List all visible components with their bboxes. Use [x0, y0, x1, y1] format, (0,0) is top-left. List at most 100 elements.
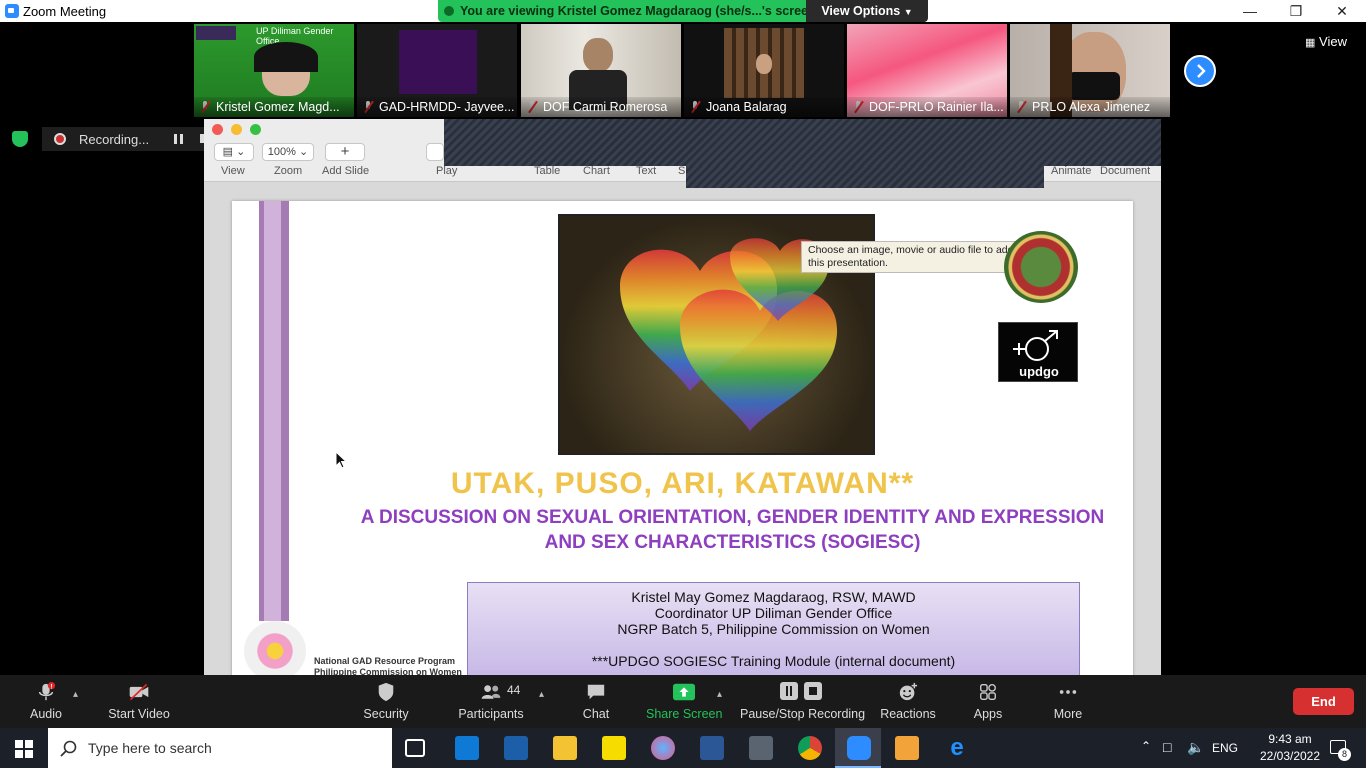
share-screen-icon	[673, 683, 695, 701]
participants-options-caret[interactable]: ▴	[539, 689, 544, 700]
start-video-label: Start Video	[108, 707, 170, 721]
toolbar-label: Chart	[583, 165, 610, 177]
video-off-icon	[129, 683, 149, 701]
participant-avatar	[399, 30, 477, 94]
share-screen-button[interactable]: Share Screen	[646, 675, 722, 728]
chevron-up-icon[interactable]: ⌃	[1141, 739, 1151, 753]
network-icon[interactable]: □	[1163, 739, 1171, 755]
reactions-button[interactable]: Reactions	[878, 675, 938, 728]
end-meeting-button[interactable]: End	[1293, 688, 1354, 715]
toolbar-label: Animate	[1051, 165, 1092, 177]
participant-tile[interactable]: DOF Carmi Romerosa	[521, 24, 681, 117]
minimize-button[interactable]: ―	[1227, 0, 1273, 22]
pause-stop-recording-button[interactable]: Pause/Stop Recording	[740, 675, 866, 728]
start-video-button[interactable]: Start Video	[104, 675, 174, 728]
pause-stop-recording-label: Pause/Stop Recording	[740, 707, 866, 721]
maximize-window-icon[interactable]	[250, 124, 261, 135]
paint-app-icon[interactable]	[651, 736, 675, 760]
language-indicator[interactable]: ENG	[1212, 741, 1238, 755]
clock-date[interactable]: 22/03/2022	[1248, 749, 1332, 763]
zoom-select[interactable]: 100% ⌄	[262, 143, 314, 161]
credit-line: NGRP Batch 5, Philippine Commission on W…	[617, 621, 930, 637]
sticky-notes-icon[interactable]	[602, 736, 626, 760]
grid-icon: ▦	[1305, 37, 1316, 49]
participant-name: DOF-PRLO Rainier Ila...	[847, 97, 1007, 117]
store-icon[interactable]	[455, 736, 479, 760]
file-explorer-icon[interactable]	[553, 736, 577, 760]
view-options-button[interactable]: View Options ▼	[806, 0, 928, 22]
maximize-button[interactable]: ❐	[1273, 0, 1319, 22]
viewing-status-text: You are viewing Kristel Gomez Magdaraog …	[460, 4, 806, 18]
share-options-caret[interactable]: ▴	[717, 689, 722, 700]
recording-indicator: Recording...	[42, 127, 217, 151]
next-page-button[interactable]	[1184, 55, 1216, 87]
toolbar-label: S	[678, 165, 686, 177]
person-hair	[254, 42, 318, 72]
calculator-icon[interactable]	[749, 736, 773, 760]
more-button[interactable]: More	[1046, 675, 1090, 728]
hidden-screen-region	[444, 119, 1161, 166]
add-slide-button[interactable]: +	[325, 143, 365, 161]
chat-button[interactable]: Chat	[574, 675, 618, 728]
view-label: View	[1319, 34, 1347, 49]
close-window-icon[interactable]	[212, 124, 223, 135]
chevron-down-icon: ▼	[903, 7, 913, 17]
participant-tile[interactable]: UP Diliman Gender Office Kristel Gomez M…	[194, 24, 354, 117]
encryption-shield-icon[interactable]	[12, 131, 28, 147]
svg-text:!: !	[50, 683, 52, 690]
audio-options-caret[interactable]: ▴	[73, 689, 78, 700]
view-button[interactable]: ▦ View	[1305, 34, 1347, 49]
speaker-icon[interactable]: 🔈	[1187, 739, 1204, 756]
close-button[interactable]: ✕	[1319, 0, 1365, 22]
logo-banner-image	[196, 26, 236, 40]
play-button[interactable]	[426, 143, 444, 161]
meeting-controls: ! Audio ▴ Start Video Security Participa…	[0, 675, 1366, 728]
edge-icon[interactable]: e	[945, 736, 969, 760]
face-mask	[1068, 72, 1120, 100]
search-icon	[60, 740, 77, 757]
decorative-bar	[264, 201, 281, 621]
taskbar-search[interactable]: Type here to search	[48, 728, 392, 768]
ngrp-logo	[244, 621, 306, 675]
more-label: More	[1053, 707, 1083, 721]
media-player-icon[interactable]	[895, 736, 919, 760]
pause-stop-icon	[780, 682, 822, 700]
shield-icon	[378, 682, 394, 702]
task-view-icon[interactable]	[405, 739, 425, 757]
minimize-window-icon[interactable]	[231, 124, 242, 135]
slide-subtitle: A DISCUSSION ON SEXUAL ORIENTATION, GEND…	[360, 507, 1105, 528]
security-button[interactable]: Security	[358, 675, 414, 728]
word-icon[interactable]	[700, 736, 724, 760]
credit-line: Kristel May Gomez Magdaraog, RSW, MAWD	[631, 589, 916, 605]
ngrp-line: Philippine Commission on Women	[314, 667, 462, 675]
screen-share-icon	[444, 6, 454, 16]
participant-tile[interactable]: PRLO Alexa Jimenez	[1010, 24, 1170, 117]
hidden-screen-region	[686, 166, 1044, 188]
view-menu-button[interactable]: ▤ ⌄	[214, 143, 254, 161]
windows-taskbar: Type here to search e ⌃ □ 🔈 ENG 9:43 am …	[0, 728, 1366, 768]
apps-label: Apps	[973, 707, 1003, 721]
mouse-cursor-icon	[335, 451, 347, 469]
more-dots-icon	[1059, 690, 1077, 694]
viewing-banner: You are viewing Kristel Gomez Magdaraog …	[438, 0, 928, 22]
finance-app-icon[interactable]	[504, 736, 528, 760]
clock-time[interactable]: 9:43 am	[1255, 732, 1325, 746]
participant-name: Joana Balarag	[684, 97, 844, 117]
participants-count: 44	[507, 683, 521, 697]
toolbar-label: Table	[534, 165, 561, 177]
participant-tile[interactable]: DOF-PRLO Rainier Ila...	[847, 24, 1007, 117]
toolbar-label: Text	[636, 165, 657, 177]
participant-tile[interactable]: GAD-HRMDD- Jayvee...	[357, 24, 517, 117]
record-icon	[54, 133, 66, 145]
notification-count: 8	[1338, 748, 1351, 761]
university-seal-logo	[1004, 231, 1078, 303]
apps-button[interactable]: Apps	[966, 675, 1010, 728]
chrome-icon[interactable]	[798, 736, 822, 760]
microphone-icon: !	[38, 682, 56, 701]
windows-start-icon[interactable]	[15, 740, 33, 758]
pause-recording-button[interactable]	[174, 134, 183, 144]
audio-button[interactable]: ! Audio	[20, 675, 72, 728]
zoom-taskbar-icon[interactable]	[847, 736, 871, 760]
ngrp-line: National GAD Resource Program	[314, 656, 456, 666]
participant-tile[interactable]: Joana Balarag	[684, 24, 844, 117]
